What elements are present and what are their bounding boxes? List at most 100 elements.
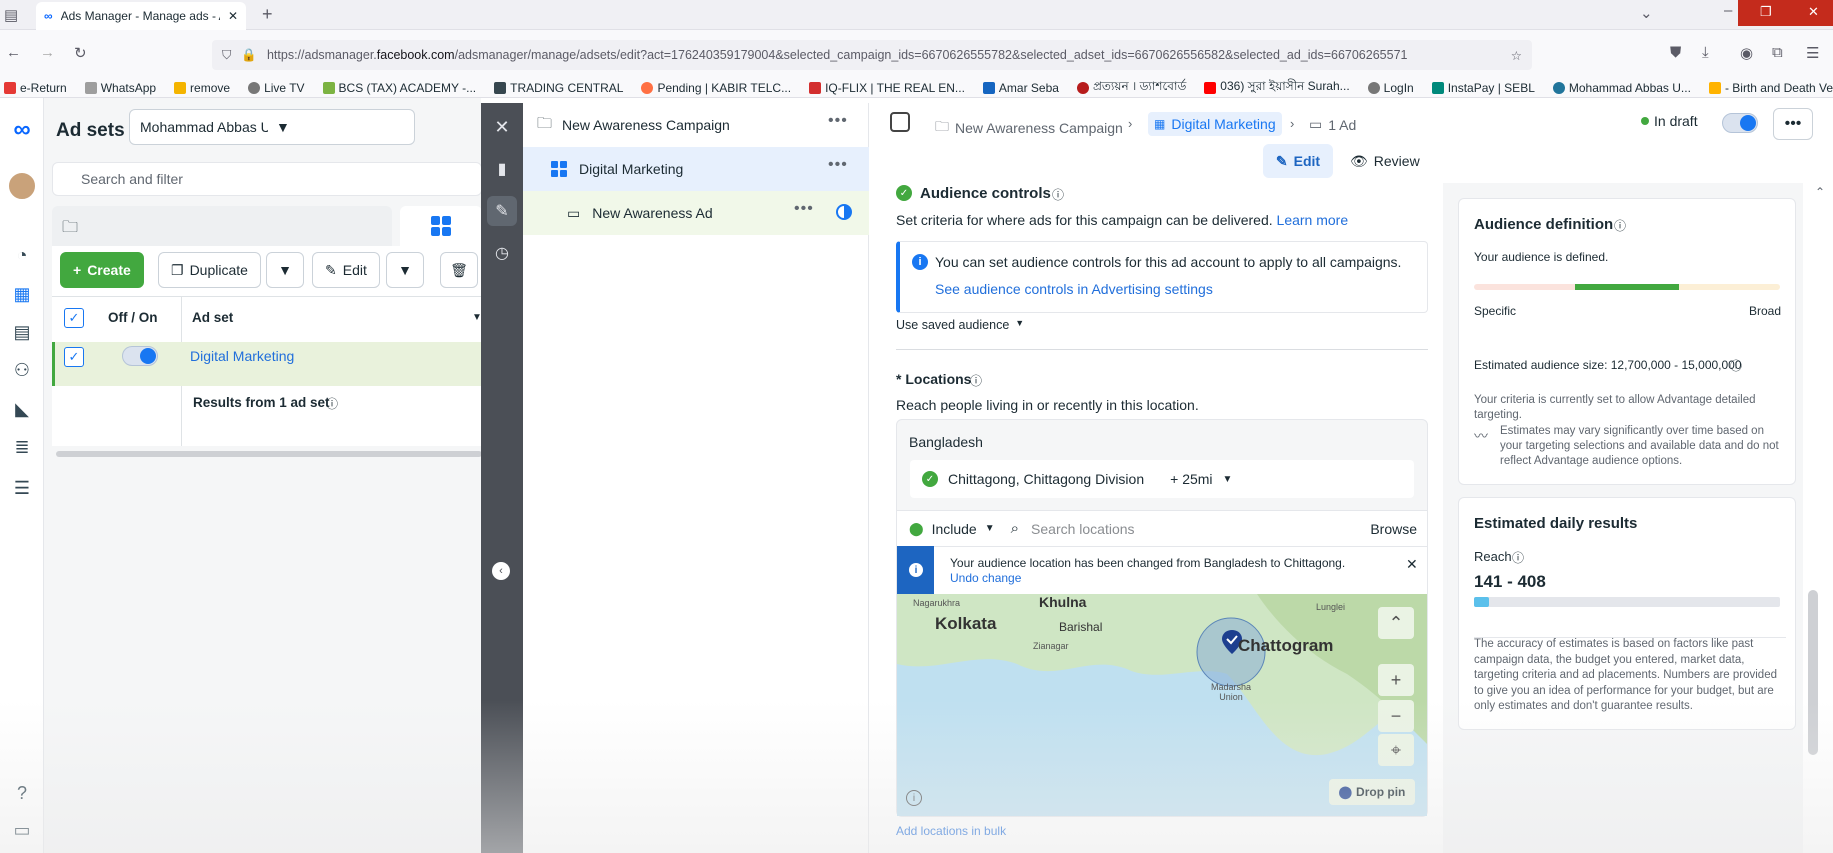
edit-dropdown-button[interactable]: ▼ (386, 252, 424, 288)
bookmark-item[interactable]: InstaPay | SEBL (1431, 81, 1535, 95)
breadcrumb-ad[interactable]: ▭ 1 Ad (1309, 116, 1356, 133)
collapse-chevron-icon[interactable]: ‹ (492, 562, 510, 580)
include-dropdown[interactable]: Include (932, 521, 977, 537)
campaigns-tab[interactable]: 🗀 (52, 206, 392, 246)
shield-icon[interactable]: ⛉ (222, 48, 231, 63)
drop-pin-button[interactable]: ⬤ Drop pin (1329, 779, 1415, 805)
info-icon[interactable]: ⓘ (970, 372, 982, 389)
browser-tab-active[interactable]: ∞ Ads Manager - Manage ads - Ac ✕ (36, 2, 246, 30)
reload-icon[interactable]: ↻ (74, 44, 87, 62)
bookmark-item[interactable]: Live TV (248, 81, 305, 95)
pencil-icon[interactable]: ✎ (487, 196, 517, 226)
megaphone-icon[interactable]: ◣ (7, 394, 37, 424)
minimize-icon[interactable]: – (1724, 2, 1732, 19)
breadcrumb-campaign[interactable]: 🗀 New Awareness Campaign (935, 116, 1123, 140)
map-info-icon[interactable]: i (906, 790, 922, 806)
row-checkbox[interactable]: ✓ (64, 347, 84, 367)
scroll-up-icon[interactable]: ⌃ (1815, 185, 1825, 199)
advertising-settings-link[interactable]: See audience controls in Advertising set… (935, 281, 1213, 297)
bookmark-item[interactable]: Amar Seba (982, 81, 1059, 95)
billing-icon[interactable]: ≣ (7, 432, 37, 462)
edit-button[interactable]: ✎ Edit (312, 252, 380, 288)
close-notice-icon[interactable]: ✕ (1406, 556, 1418, 573)
bookmark-item[interactable]: প্রত্যয়ন । ড্যাশবোর্ড (1076, 78, 1186, 97)
bookmark-item[interactable]: - Birth and Death Verifi... (1708, 81, 1833, 95)
ad-account-select[interactable]: Mohammad Abbas Uddin (176240359... ▼ (129, 109, 415, 145)
search-filter-input[interactable]: Search and filter (52, 162, 482, 196)
downloads-icon[interactable]: ⤓ (1702, 44, 1709, 61)
review-tab[interactable]: 👁 Review (1350, 144, 1420, 178)
ad-more-icon[interactable]: ••• (794, 200, 814, 218)
undo-change-link[interactable]: Undo change (950, 571, 1021, 585)
meta-logo-icon[interactable]: ∞ (7, 115, 37, 145)
bookmark-item[interactable]: BCS (TAX) ACADEMY -... (322, 81, 476, 95)
close-editor-icon[interactable]: ✕ (487, 112, 517, 142)
info-icon[interactable]: ⓘ (1730, 357, 1742, 374)
all-tools-icon[interactable]: ☰ (7, 473, 37, 503)
saved-audience-dropdown[interactable]: Use saved audience ▼ (896, 318, 1024, 332)
tree-item-adset[interactable]: Digital Marketing (523, 147, 869, 191)
breadcrumb-adset[interactable]: ▦ Digital Marketing (1148, 112, 1282, 136)
tree-item-campaign[interactable]: 🗀 New Awareness Campaign (523, 103, 869, 147)
bookmark-item[interactable]: TRADING CENTRAL (494, 81, 623, 95)
audiences-icon[interactable]: ⚇ (7, 355, 37, 385)
back-icon[interactable]: ← (6, 44, 21, 61)
zoom-out-icon[interactable]: − (1378, 700, 1414, 732)
adset-on-off-toggle[interactable] (122, 346, 158, 366)
forward-icon[interactable]: → (40, 44, 55, 61)
bookmark-star-icon[interactable]: ☆ (1511, 48, 1522, 63)
report-icon[interactable]: ▭ (7, 815, 37, 845)
radius-label[interactable]: + 25mi (1170, 471, 1212, 487)
help-icon[interactable]: ? (7, 778, 37, 808)
info-icon[interactable]: ⓘ (1512, 549, 1524, 566)
location-item[interactable]: ✓ Chittagong, Chittagong Division + 25mi… (910, 460, 1414, 498)
tab-close-icon[interactable]: ✕ (228, 9, 238, 23)
collapse-map-icon[interactable]: ⌃ (1378, 607, 1414, 639)
bookmark-item[interactable]: WhatsApp (84, 81, 156, 95)
window-close-icon[interactable]: ✕ (1808, 4, 1819, 20)
history-icon[interactable]: ◷ (487, 238, 517, 268)
menu-icon[interactable]: ☰ (1806, 44, 1819, 62)
select-all-checkbox[interactable]: ✓ (64, 308, 84, 328)
new-tab-icon[interactable]: + (262, 4, 273, 25)
adset-more-icon[interactable]: ••• (828, 156, 848, 174)
bookmark-item[interactable]: e-Return (4, 81, 67, 95)
duplicate-dropdown-button[interactable]: ▼ (266, 252, 304, 288)
avatar[interactable] (7, 171, 37, 201)
recenter-icon[interactable]: ⌖ (1378, 734, 1414, 766)
bookmark-item[interactable]: Pending | KABIR TELC... (641, 81, 791, 95)
pocket-icon[interactable]: ⛊ (1670, 44, 1681, 61)
search-locations-input[interactable]: Search locations (1031, 521, 1370, 537)
zoom-in-icon[interactable]: + (1378, 664, 1414, 696)
account-icon[interactable]: ◉ (1740, 44, 1753, 62)
bookmark-item[interactable]: Mohammad Abbas U... (1552, 81, 1691, 95)
caret-down-icon[interactable]: ▼ (985, 523, 995, 534)
col-header-toggle[interactable]: Off / On (108, 310, 158, 325)
vertical-scrollbar[interactable] (1808, 590, 1818, 755)
col-header-adset[interactable]: Ad set (192, 310, 233, 325)
browse-button[interactable]: Browse (1370, 521, 1417, 537)
info-icon[interactable]: ⓘ (1052, 186, 1064, 203)
horizontal-scrollbar[interactable] (56, 451, 482, 457)
tab-list-icon[interactable]: ▤ (4, 6, 18, 24)
learn-more-link[interactable]: Learn more (1277, 212, 1349, 228)
bookmark-item[interactable]: remove (174, 81, 230, 95)
info-icon[interactable]: ⓘ (326, 395, 338, 412)
adsets-tab[interactable] (400, 206, 482, 246)
tree-item-ad[interactable]: ▭ New Awareness Ad (523, 191, 869, 235)
table-grid-icon[interactable]: ▦ (7, 279, 37, 309)
draft-toggle[interactable] (1722, 113, 1758, 133)
gauge-icon[interactable]: ◔ (7, 240, 37, 270)
toggle-sidebar-icon[interactable] (890, 112, 910, 132)
info-icon[interactable]: ⓘ (1614, 217, 1626, 234)
create-button[interactable]: + Create (60, 252, 144, 288)
bookmark-item[interactable]: IQ-FLIX | THE REAL EN... (809, 81, 965, 95)
list-all-tabs-icon[interactable]: ⌄ (1640, 4, 1653, 22)
campaign-more-icon[interactable]: ••• (828, 112, 848, 130)
url-bar[interactable]: ⛉ 🔒 https://adsmanager.facebook.com/adsm… (212, 40, 1532, 70)
chart-icon[interactable]: ▮ (487, 154, 517, 184)
add-locations-bulk-link[interactable]: Add locations in bulk (896, 824, 1006, 838)
pages-icon[interactable]: ▤ (7, 317, 37, 347)
more-options-button[interactable]: ••• (1773, 108, 1813, 140)
extensions-icon[interactable]: ⧉ (1772, 44, 1783, 61)
